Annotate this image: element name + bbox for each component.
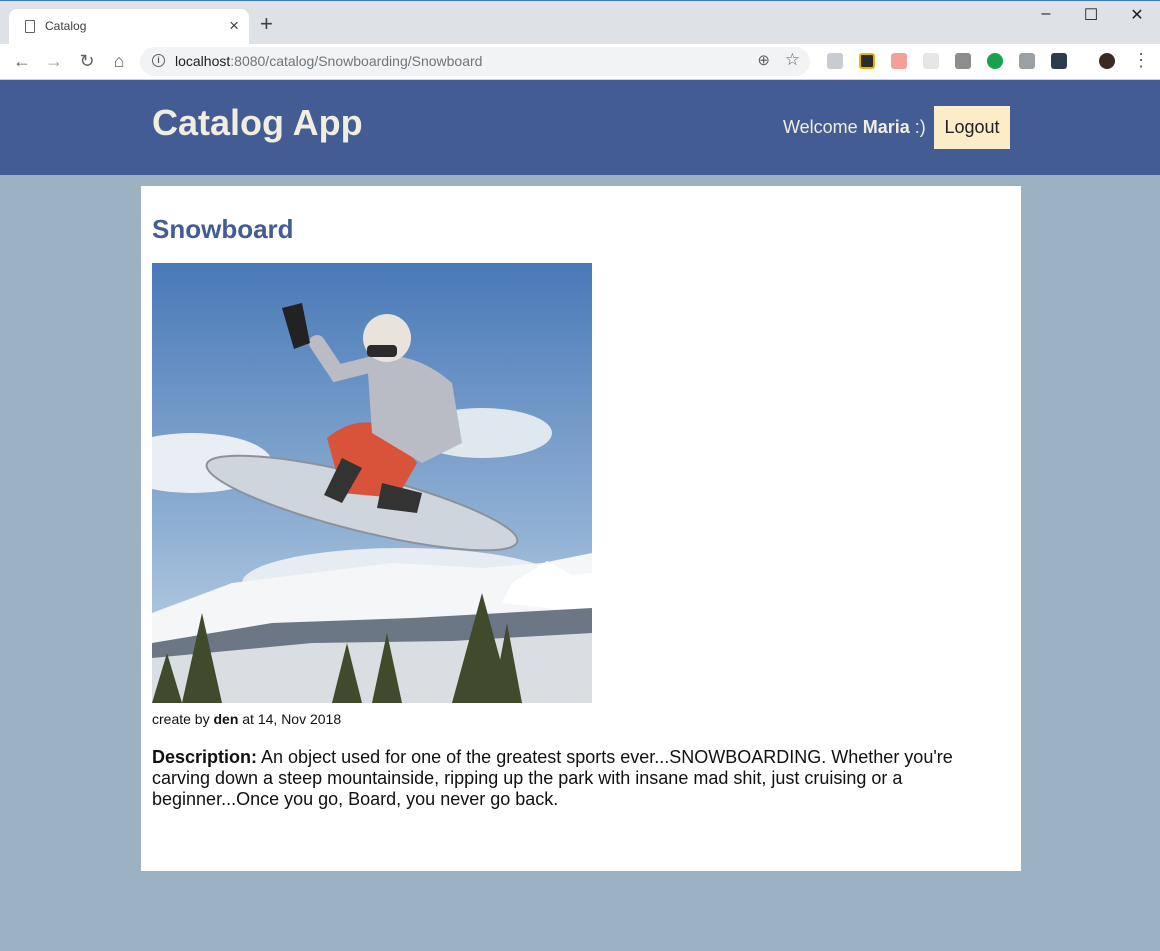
maximize-icon[interactable]: ☐ (1081, 5, 1101, 25)
extension-image-icon[interactable] (955, 53, 971, 69)
document-icon (25, 20, 35, 33)
tab-close-icon[interactable]: × (229, 16, 239, 36)
extension-vue-icon[interactable] (1019, 53, 1035, 69)
url-text[interactable]: localhost:8080/catalog/Snowboarding/Snow… (175, 53, 482, 69)
logout-button[interactable]: Logout (934, 106, 1010, 149)
extension-u-icon[interactable] (1051, 53, 1067, 69)
forward-icon[interactable]: → (42, 49, 66, 73)
home-icon[interactable]: ⌂ (107, 49, 131, 73)
browser-tab[interactable]: Catalog × (9, 9, 249, 45)
description-text: An object used for one of the greatest s… (152, 747, 953, 809)
app-header: Catalog App Welcome Maria :) Logout (0, 80, 1160, 175)
back-icon[interactable]: ← (10, 49, 34, 73)
browser-menu-icon[interactable]: ⋮ (1132, 50, 1150, 70)
site-info-icon[interactable]: i (152, 54, 165, 67)
welcome-prefix: Welcome (783, 117, 858, 137)
grammarly-icon[interactable] (987, 53, 1003, 69)
extension-cube-icon[interactable] (827, 53, 843, 69)
tab-title: Catalog (45, 19, 87, 33)
url-host: localhost (175, 53, 231, 69)
extension-react-icon[interactable] (923, 53, 939, 69)
profile-avatar-icon[interactable] (1099, 53, 1115, 69)
item-created-meta: create by den at 14, Nov 2018 (152, 711, 341, 727)
reload-icon[interactable]: ↻ (75, 49, 99, 73)
item-title: Snowboard (152, 214, 294, 244)
created-mid: at (242, 711, 254, 727)
bookmark-star-icon[interactable]: ☆ (785, 50, 800, 70)
description-label: Description: (152, 747, 258, 767)
minimize-icon[interactable]: – (1036, 5, 1056, 23)
extension-arrow-icon[interactable] (891, 53, 907, 69)
item-author: den (213, 711, 239, 727)
url-path: :8080/catalog/Snowboarding/Snowboard (230, 53, 483, 69)
extension-norton-icon[interactable] (859, 53, 875, 69)
window-close-icon[interactable]: ✕ (1127, 5, 1147, 25)
welcome-message: Welcome Maria :) (783, 117, 926, 138)
app-brand[interactable]: Catalog App (152, 102, 363, 144)
address-bar[interactable]: i localhost:8080/catalog/Snowboarding/Sn… (140, 47, 810, 76)
new-tab-icon[interactable]: + (260, 13, 273, 35)
item-description: Description: An object used for one of t… (152, 747, 1002, 810)
created-date: 14, Nov 2018 (257, 711, 342, 727)
item-image (152, 263, 592, 703)
username: Maria (862, 117, 910, 137)
zoom-icon[interactable]: ⊕ (757, 51, 770, 69)
browser-toolbar: ← → ↻ ⌂ i localhost:8080/catalog/Snowboa… (0, 44, 1160, 80)
item-card: Snowboard create by den at 14, Nov 2018 … (141, 186, 1021, 871)
welcome-suffix: :) (914, 117, 926, 137)
browser-titlebar: Catalog × + – ☐ ✕ (0, 0, 1160, 45)
created-prefix: create by (152, 711, 210, 727)
